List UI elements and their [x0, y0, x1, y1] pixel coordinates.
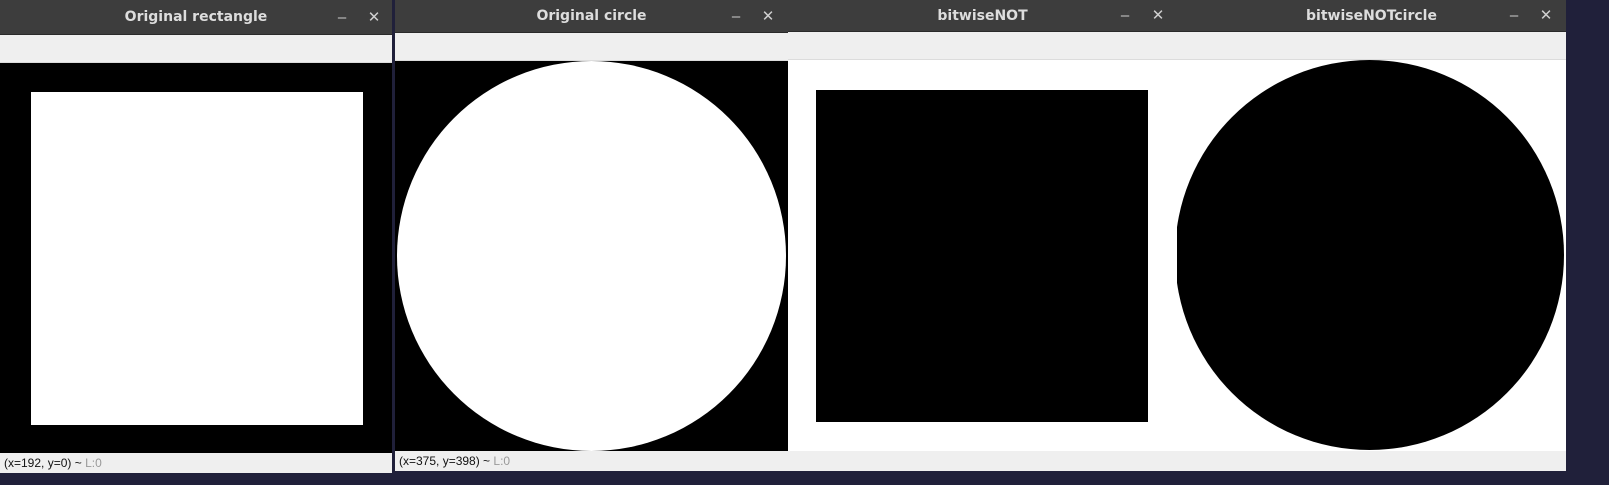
status-coordinates: (x=375, y=398) ~ [399, 454, 491, 468]
close-icon[interactable]: ✕ [363, 0, 385, 35]
minimize-icon[interactable]: – [1114, 0, 1136, 32]
close-icon[interactable]: ✕ [1535, 0, 1557, 32]
toolbar [0, 35, 392, 63]
status-level: L:0 [85, 456, 102, 470]
window-bitwise-not[interactable]: bitwiseNOT – ✕ [788, 0, 1177, 471]
window-original-circle[interactable]: Original circle – ✕ (x=375, y=398) ~ L:0 [395, 0, 788, 471]
white-rectangle [31, 92, 363, 425]
status-bar: (x=375, y=398) ~ L:0 [395, 451, 788, 471]
image-canvas[interactable] [1177, 60, 1566, 451]
image-canvas[interactable] [0, 63, 392, 453]
status-coordinates: (x=192, y=0) ~ [4, 456, 82, 470]
image-canvas[interactable] [395, 61, 788, 451]
status-level: L:0 [493, 454, 511, 468]
status-bar [788, 451, 1177, 471]
white-circle [397, 61, 786, 451]
image-canvas[interactable] [788, 60, 1177, 451]
window-original-rectangle[interactable]: Original rectangle – ✕ (x=192, y=0) ~ L:… [0, 0, 392, 473]
status-bar [1177, 451, 1566, 471]
toolbar [788, 32, 1177, 60]
minimize-icon[interactable]: – [331, 0, 353, 35]
toolbar [1177, 32, 1566, 60]
black-rectangle [816, 90, 1148, 422]
toolbar [395, 33, 788, 61]
minimize-icon[interactable]: – [725, 0, 747, 33]
window-bitwise-not-circle[interactable]: bitwiseNOTcircle – ✕ [1177, 0, 1566, 471]
minimize-icon[interactable]: – [1503, 0, 1525, 32]
status-bar: (x=192, y=0) ~ L:0 [0, 453, 392, 473]
close-icon[interactable]: ✕ [1147, 0, 1169, 32]
close-icon[interactable]: ✕ [757, 0, 779, 33]
black-circle [1177, 60, 1564, 450]
